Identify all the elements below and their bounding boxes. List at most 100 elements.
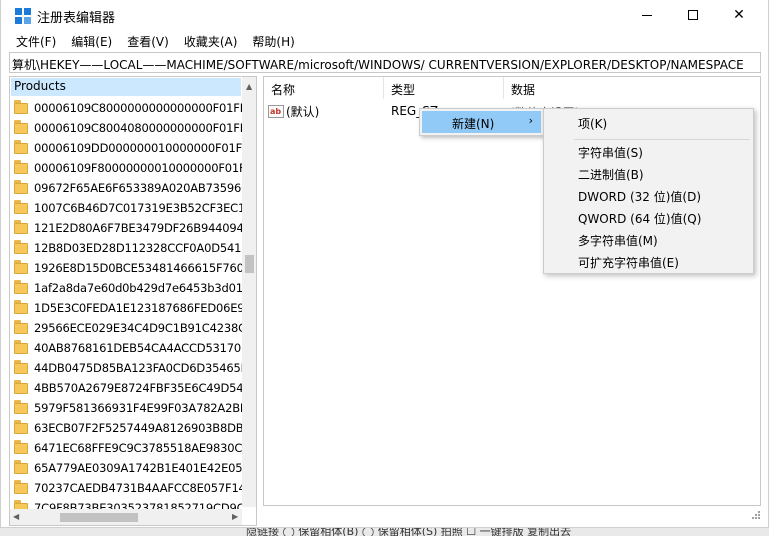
maximize-button[interactable] <box>670 0 716 30</box>
tree-item[interactable]: 29566ECE029E34C4D9C1B91C4238C <box>10 318 242 338</box>
submenu-item-qword-value[interactable]: QWORD (64 位)值(Q) <box>578 210 701 227</box>
tree-item[interactable]: 6471EC68FFE9C9C3785518AE9830CA <box>10 438 242 458</box>
close-button[interactable]: ✕ <box>716 0 762 30</box>
scroll-up-icon[interactable]: ▲ <box>246 82 252 91</box>
tree-item[interactable]: 63ECB07F2F5257449A8126903B8DB <box>10 418 242 438</box>
new-submenu: 项(K) 字符串值(S) 二进制值(B) DWORD (32 位)值(D) QW… <box>543 108 754 274</box>
tree-item-label: 00006109DD000000010000000F01F <box>34 141 242 155</box>
tree-horizontal-scrollbar[interactable]: ◀ ▶ <box>10 509 242 525</box>
menu-bar: 文件(F) 编辑(E) 查看(V) 收藏夹(A) 帮助(H) <box>1 31 301 51</box>
tree-item[interactable]: 70237CAEDB4731B4AAFCC8E057F14 <box>10 478 242 498</box>
regedit-app-icon <box>15 8 31 24</box>
context-menu-new[interactable]: 新建(N) › <box>422 111 541 133</box>
window-title: 注册表编辑器 <box>37 11 116 26</box>
tree-item[interactable]: 44DB0475D85BA123FA0CD6D35465I <box>10 358 242 378</box>
tree-horizontal-scroll-thumb[interactable] <box>60 513 138 522</box>
submenu-item-key[interactable]: 项(K) <box>578 115 607 132</box>
tree-item-label: 44DB0475D85BA123FA0CD6D35465I <box>34 361 242 375</box>
tree-item-label: 40AB8768161DEB54CA4ACCD53170F <box>34 341 242 355</box>
tree-item-label: 1D5E3C0FEDA1E123187686FED06E9 <box>34 301 242 315</box>
tree-item[interactable]: 00006109DD000000010000000F01F <box>10 138 242 158</box>
menu-favorites[interactable]: 收藏夹(A) <box>175 31 244 51</box>
tree-item[interactable]: 5979F581366931F4E99F03A782A2BD <box>10 398 242 418</box>
folder-icon <box>14 479 28 494</box>
menu-edit[interactable]: 编辑(E) <box>62 31 118 51</box>
value-name: (默认) <box>286 104 320 119</box>
menu-help[interactable]: 帮助(H) <box>243 31 300 51</box>
key-tree-pane: Products 00006109C8000000000000000F01FI … <box>9 76 257 526</box>
folder-icon <box>14 219 28 234</box>
folder-icon <box>14 119 28 134</box>
folder-icon <box>14 459 28 474</box>
tree-item-label: 63ECB07F2F5257449A8126903B8DB <box>34 421 242 435</box>
tree-item[interactable]: 1926E8D15D0BCE53481466615F760/ <box>10 258 242 278</box>
address-bar[interactable]: 算机\HEKEY——LOCAL——MACHIME/SOFTWARE/micros… <box>9 52 761 73</box>
tree-item[interactable]: 1D5E3C0FEDA1E123187686FED06E9 <box>10 298 242 318</box>
folder-icon <box>14 199 28 214</box>
submenu-item-dword-value[interactable]: DWORD (32 位)值(D) <box>578 188 701 205</box>
resize-grip-icon[interactable] <box>749 510 761 522</box>
folder-icon <box>14 139 28 154</box>
minimize-icon <box>642 14 652 16</box>
column-header-data[interactable]: 数据 <box>504 77 760 99</box>
tree-item[interactable]: 09672F65AE6F653389A020AB735960 <box>10 178 242 198</box>
tree-item[interactable]: 1007C6B46D7C017319E3B52CF3EC1 <box>10 198 242 218</box>
tree-item-label: 1007C6B46D7C017319E3B52CF3EC1 <box>34 201 242 215</box>
folder-icon <box>14 299 28 314</box>
column-header-type[interactable]: 类型 <box>384 77 504 99</box>
context-menu-new-label: 新建(N) <box>452 117 495 131</box>
folder-icon <box>14 159 28 174</box>
folder-icon <box>14 319 28 334</box>
folder-icon <box>14 259 28 274</box>
column-header-name[interactable]: 名称 <box>264 77 384 99</box>
folder-icon <box>14 419 28 434</box>
scroll-right-icon[interactable]: ▶ <box>232 512 238 521</box>
tree-item-label: 4BB570A2679E8724FBF35E6C49D54 <box>34 381 242 395</box>
value-row[interactable]: ab (默认) <box>268 101 319 121</box>
tree-item[interactable]: 12B8D03ED28D112328CCF0A0D5415 <box>10 238 242 258</box>
tree-key-list: 00006109C8000000000000000F01FI 00006109C… <box>10 98 242 518</box>
folder-icon <box>14 439 28 454</box>
tree-vertical-scrollbar[interactable]: ▲ <box>242 77 256 507</box>
tree-item[interactable]: 4BB570A2679E8724FBF35E6C49D54 <box>10 378 242 398</box>
folder-icon <box>14 359 28 374</box>
background-window-strip: 隐链接 ◯ 保留相体(B) ◯ 保留相体(S) 拍照 ☐ 一键排版 复制出去 <box>0 528 769 536</box>
tree-item[interactable]: 1af2a8da7e60d0b429d7e6453b3d01 <box>10 278 242 298</box>
folder-icon <box>14 99 28 114</box>
tree-item[interactable]: 00006109C8000000000000000F01FI <box>10 98 242 118</box>
tree-item[interactable]: 65A779AE0309A1742B1E401E42E05 <box>10 458 242 478</box>
tree-item-label: 121E2D80A6F7BE3479DF26B944094 <box>34 221 242 235</box>
folder-icon <box>14 239 28 254</box>
minimize-button[interactable] <box>624 0 670 30</box>
background-toolbar-text: 隐链接 ◯ 保留相体(B) ◯ 保留相体(S) 拍照 ☐ 一键排版 复制出去 <box>246 528 572 536</box>
tree-item-label: 5979F581366931F4E99F03A782A2BD <box>34 401 242 415</box>
tree-vertical-scroll-thumb[interactable] <box>245 255 254 273</box>
tree-item[interactable]: 121E2D80A6F7BE3479DF26B944094 <box>10 218 242 238</box>
tree-item-label: 00006109C8004080000000000F01FI <box>34 121 242 135</box>
menu-view[interactable]: 查看(V) <box>118 31 175 51</box>
submenu-item-binary-value[interactable]: 二进制值(B) <box>578 166 644 183</box>
tree-item-label: 00006109C8000000000000000F01FI <box>34 101 242 115</box>
tree-item-label: 09672F65AE6F653389A020AB735960 <box>34 181 242 195</box>
scroll-left-icon[interactable]: ◀ <box>13 512 19 521</box>
tree-item-label: 1af2a8da7e60d0b429d7e6453b3d01 <box>34 281 242 295</box>
tree-item[interactable]: 00006109F80000000010000000F01FE <box>10 158 242 178</box>
tree-item-label: 65A779AE0309A1742B1E401E42E05 <box>34 461 242 475</box>
submenu-item-expandable-string-value[interactable]: 可扩充字符串值(E) <box>578 254 679 271</box>
string-value-icon: ab <box>268 104 284 118</box>
folder-icon <box>14 339 28 354</box>
tree-item[interactable]: 00006109C8004080000000000F01FI <box>10 118 242 138</box>
tree-selected-key[interactable]: Products <box>11 78 241 96</box>
submenu-item-string-value[interactable]: 字符串值(S) <box>578 144 643 161</box>
folder-icon <box>14 179 28 194</box>
submenu-item-multi-string-value[interactable]: 多字符串值(M) <box>578 232 658 249</box>
tree-item-label: 29566ECE029E34C4D9C1B91C4238C <box>34 321 242 335</box>
tree-item-label: 1926E8D15D0BCE53481466615F760/ <box>34 261 242 275</box>
menu-file[interactable]: 文件(F) <box>1 31 62 51</box>
tree-item[interactable]: 40AB8768161DEB54CA4ACCD53170F <box>10 338 242 358</box>
tree-item-label: 12B8D03ED28D112328CCF0A0D5415 <box>34 241 242 255</box>
tree-item-label: 70237CAEDB4731B4AAFCC8E057F14 <box>34 481 242 495</box>
context-menu: 新建(N) › <box>419 108 544 136</box>
submenu-separator <box>574 139 750 140</box>
maximize-icon <box>688 10 698 20</box>
